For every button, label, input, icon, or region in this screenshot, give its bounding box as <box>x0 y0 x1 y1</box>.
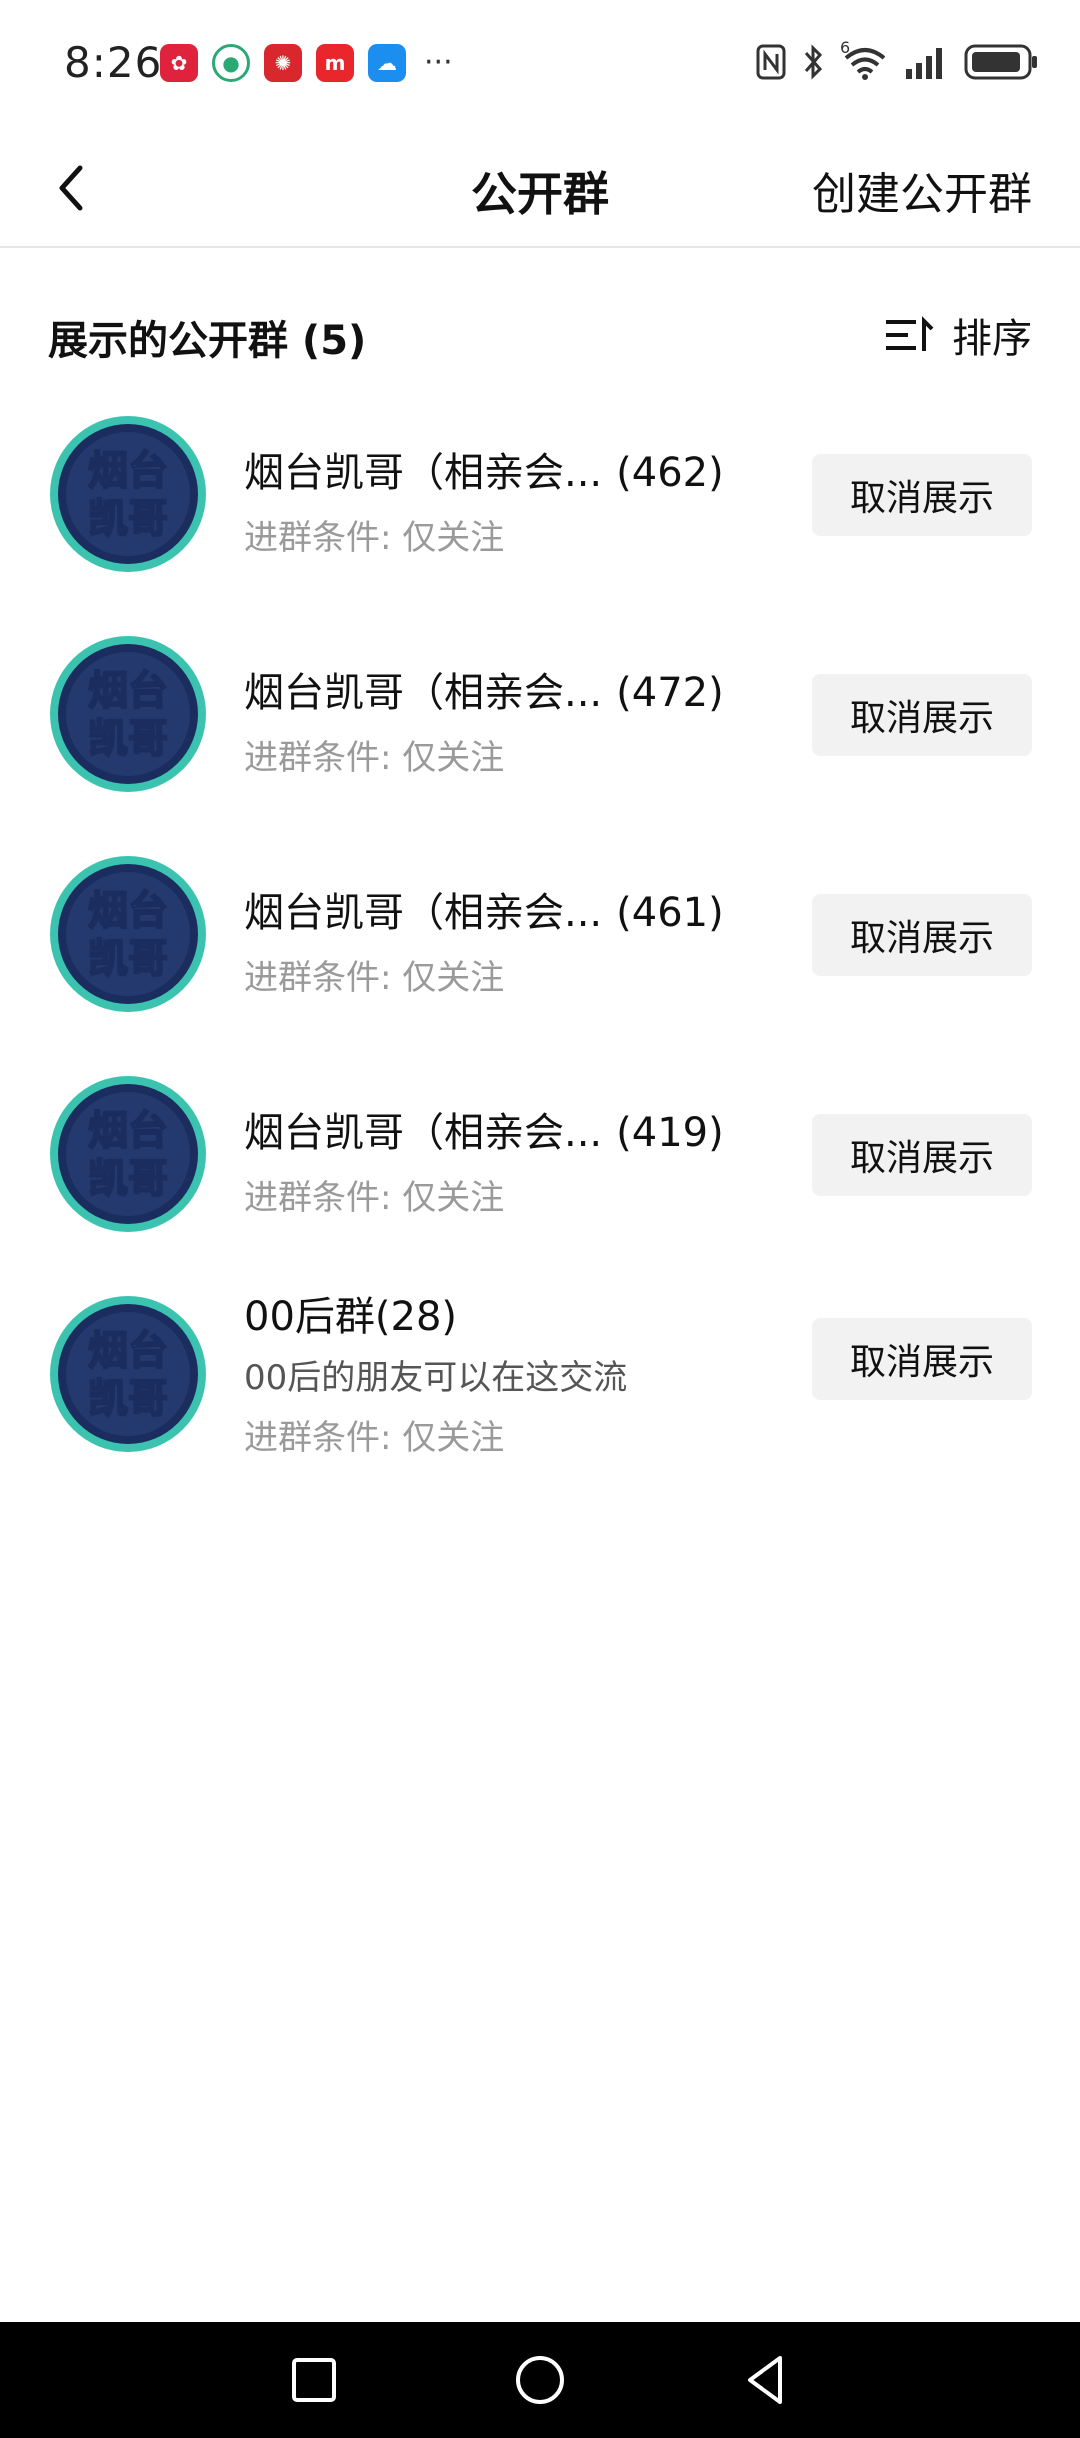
group-item[interactable]: 烟台 凯哥 烟台凯哥（相亲会... (462) 进群条件: 仅关注 取消展示 <box>0 400 1080 620</box>
status-bar: 8:26 ✿ ● ✺ m ☁ ··· 6 <box>0 0 1080 130</box>
sort-button[interactable]: 排序 <box>884 306 1032 364</box>
signal-icon <box>904 42 948 82</box>
avatar-text-top: 烟台 <box>88 888 168 934</box>
group-avatar: 烟台 凯哥 <box>50 1296 206 1452</box>
sort-icon <box>886 316 934 351</box>
home-icon[interactable] <box>510 2350 570 2410</box>
system-status-icons: 6 <box>756 38 1040 82</box>
member-count: (461) <box>616 890 724 936</box>
cancel-display-button[interactable]: 取消展示 <box>812 1114 1032 1196</box>
bluetooth-icon <box>802 42 826 82</box>
section-header: 展示的公开群 (5) 排序 <box>48 300 1032 370</box>
nfc-icon <box>756 42 786 82</box>
avatar-text-top: 烟台 <box>88 448 168 494</box>
cancel-display-button[interactable]: 取消展示 <box>812 894 1032 976</box>
avatar-text-top: 烟台 <box>88 668 168 714</box>
notification-icons: ✿ ● ✺ m ☁ ··· <box>160 44 453 82</box>
group-item[interactable]: 烟台 凯哥 烟台凯哥（相亲会... (472) 进群条件: 仅关注 取消展示 <box>0 620 1080 840</box>
app-notification-icon: ● <box>212 44 250 82</box>
avatar-text-bottom: 凯哥 <box>88 1156 168 1202</box>
group-name: 烟台凯哥（相亲会... (419) <box>244 1100 724 1158</box>
avatar-text-bottom: 凯哥 <box>88 1376 168 1422</box>
group-name-text: 烟台凯哥（相亲会... <box>244 890 603 936</box>
wifi-icon: 6 <box>840 38 888 82</box>
member-count: (419) <box>616 1110 724 1156</box>
group-name-text: 烟台凯哥（相亲会... <box>244 1110 603 1156</box>
group-list: 烟台 凯哥 烟台凯哥（相亲会... (462) 进群条件: 仅关注 取消展示 烟台… <box>0 400 1080 1520</box>
group-name: 00后群(28) <box>244 1294 458 1340</box>
app-notification-icon: ✿ <box>160 44 198 82</box>
join-condition: 进群条件: 仅关注 <box>244 1418 505 1458</box>
group-avatar: 烟台 凯哥 <box>50 416 206 572</box>
group-item[interactable]: 烟台 凯哥 烟台凯哥（相亲会... (461) 进群条件: 仅关注 取消展示 <box>0 840 1080 1060</box>
group-name: 烟台凯哥（相亲会... (472) <box>244 660 724 718</box>
group-name: 烟台凯哥（相亲会... (462) <box>244 440 724 498</box>
group-avatar: 烟台 凯哥 <box>50 1076 206 1232</box>
top-app-bar: 公开群 创建公开群 <box>0 130 1080 248</box>
network-type-label: 6 <box>840 38 851 57</box>
join-condition: 进群条件: 仅关注 <box>244 738 505 778</box>
avatar-text-bottom: 凯哥 <box>88 716 168 762</box>
cancel-display-button[interactable]: 取消展示 <box>812 674 1032 756</box>
avatar-text-top: 烟台 <box>88 1108 168 1154</box>
create-public-group-button[interactable]: 创建公开群 <box>812 158 1032 222</box>
avatar-text-bottom: 凯哥 <box>88 936 168 982</box>
join-condition: 进群条件: 仅关注 <box>244 958 505 998</box>
back-nav-icon[interactable] <box>736 2350 796 2410</box>
battery-icon <box>964 42 1040 82</box>
join-condition: 进群条件: 仅关注 <box>244 1178 505 1218</box>
cancel-display-button[interactable]: 取消展示 <box>812 454 1032 536</box>
group-item[interactable]: 烟台 凯哥 烟台凯哥（相亲会... (419) 进群条件: 仅关注 取消展示 <box>0 1060 1080 1280</box>
status-time: 8:26 <box>64 38 163 87</box>
avatar-text-bottom: 凯哥 <box>88 496 168 542</box>
member-count: (462) <box>616 450 724 496</box>
app-notification-icon: m <box>316 44 354 82</box>
sort-label: 排序 <box>952 316 1032 362</box>
group-item[interactable]: 烟台 凯哥 00后群(28) 00后的朋友可以在这交流 进群条件: 仅关注 取消… <box>0 1280 1080 1520</box>
more-notifications-icon: ··· <box>424 45 453 80</box>
join-condition: 进群条件: 仅关注 <box>244 518 505 558</box>
group-avatar: 烟台 凯哥 <box>50 636 206 792</box>
app-notification-icon: ☁ <box>368 44 406 82</box>
app-notification-icon: ✺ <box>264 44 302 82</box>
group-name: 烟台凯哥（相亲会... (461) <box>244 880 724 938</box>
member-count: (472) <box>616 670 724 716</box>
group-description: 00后的朋友可以在这交流 <box>244 1358 628 1398</box>
section-title: 展示的公开群 (5) <box>48 318 367 364</box>
cancel-display-button[interactable]: 取消展示 <box>812 1318 1032 1400</box>
avatar-text-top: 烟台 <box>88 1328 168 1374</box>
group-name-text: 烟台凯哥（相亲会... <box>244 670 603 716</box>
group-name-text: 烟台凯哥（相亲会... <box>244 450 603 496</box>
recent-apps-icon[interactable] <box>284 2350 344 2410</box>
system-navigation-bar <box>0 2322 1080 2438</box>
group-avatar: 烟台 凯哥 <box>50 856 206 1012</box>
